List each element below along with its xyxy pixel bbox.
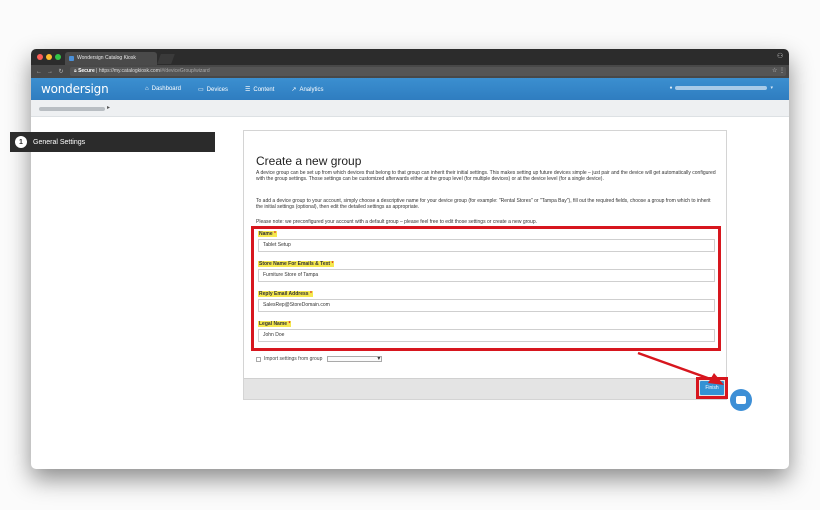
required-mark: * xyxy=(331,261,334,267)
account-email-redacted xyxy=(675,86,768,90)
main-nav: ⌂ Dashboard ▭ Devices ☰ Content ↗ Analytics xyxy=(145,78,323,100)
import-group-select[interactable] xyxy=(327,355,383,362)
reload-icon[interactable]: ↻ xyxy=(58,68,64,75)
step-label: General Settings xyxy=(33,138,86,146)
nav-devices[interactable]: ▭ Devices xyxy=(198,86,228,93)
instructions-paragraph: To add a device group to your account, s… xyxy=(256,198,711,211)
chat-bubble-icon xyxy=(736,396,746,404)
minimize-window-icon[interactable] xyxy=(46,54,52,60)
finish-highlight: Finish xyxy=(696,377,728,399)
monitor-icon: ▭ xyxy=(197,86,204,93)
breadcrumb: ▸ xyxy=(31,100,789,117)
required-fields-highlight: Name * Tablet Setup Store Name For Email… xyxy=(251,226,721,351)
url-secure-label: Secure xyxy=(78,68,95,74)
create-group-panel: Create a new group A device group can be… xyxy=(243,130,728,400)
store-name-label-text: Store Name For Emails & Text xyxy=(259,261,331,267)
reply-email-label: Reply Email Address * xyxy=(258,291,313,297)
nav-dashboard[interactable]: ⌂ Dashboard xyxy=(145,86,181,92)
account-menu[interactable]: ● ▾ xyxy=(669,85,773,91)
nav-analytics[interactable]: ↗ Analytics xyxy=(291,86,323,93)
step-number: 1 xyxy=(15,136,27,148)
page-title: Create a new group xyxy=(256,154,362,168)
app-header: wondersign ⌂ Dashboard ▭ Devices ☰ Content … xyxy=(31,78,789,100)
user-icon: ● xyxy=(669,85,673,91)
maximize-window-icon[interactable] xyxy=(55,54,61,60)
store-name-label: Store Name For Emails & Text * xyxy=(258,261,335,267)
home-icon: ⌂ xyxy=(145,86,149,92)
breadcrumb-account-redacted[interactable] xyxy=(39,107,105,111)
chat-widget-button[interactable] xyxy=(730,389,752,411)
wizard-footer xyxy=(244,378,726,399)
browser-tab-title: Wondersign Catalog Kiosk xyxy=(77,55,136,61)
required-mark: * xyxy=(274,231,276,237)
note-paragraph: Please note: we preconfigured your accou… xyxy=(256,219,538,225)
back-icon[interactable]: ← xyxy=(36,69,42,75)
close-window-icon[interactable] xyxy=(37,54,43,60)
nav-dashboard-label: Dashboard xyxy=(151,86,181,92)
required-mark: * xyxy=(309,291,312,297)
url-field[interactable]: 🔒︎ Secure | https://my.catalogkiosk.com/… xyxy=(70,67,786,76)
import-settings-label: Import settings from group xyxy=(264,356,323,362)
address-bar: ← → ↻ 🔒︎ Secure | https://my.catalogkios… xyxy=(31,65,789,78)
forward-icon[interactable]: → xyxy=(47,69,53,75)
name-label-text: Name xyxy=(259,231,273,237)
chart-icon: ↗ xyxy=(291,86,297,93)
reply-email-input[interactable]: SalesRep@StoreDomain.com xyxy=(258,299,715,312)
store-name-input[interactable]: Furniture Store of Tampa xyxy=(258,269,715,282)
nav-devices-label: Devices xyxy=(206,86,228,93)
list-icon: ☰ xyxy=(245,86,251,93)
tab-strip: Wondersign Catalog Kiosk ⚇ xyxy=(31,49,789,65)
wizard-step-general-settings: 1 General Settings xyxy=(10,132,215,152)
finish-button[interactable]: Finish xyxy=(700,381,724,395)
logo[interactable]: wondersign xyxy=(41,82,109,96)
url-path: /#/deviceGroup/wizard xyxy=(159,68,210,74)
legal-name-label: Legal Name * xyxy=(258,321,292,327)
nav-content-label: Content xyxy=(253,86,275,93)
legal-name-input[interactable]: John Doe xyxy=(258,329,715,342)
import-settings-row: Import settings from group xyxy=(256,355,383,362)
nav-content[interactable]: ☰ Content xyxy=(245,86,274,93)
screenshot-canvas: Wondersign Catalog Kiosk ⚇ ← → ↻ 🔒︎ Secu… xyxy=(0,0,820,510)
new-tab-button[interactable] xyxy=(157,54,175,64)
name-input[interactable]: Tablet Setup xyxy=(258,239,715,252)
required-mark: * xyxy=(288,321,291,327)
legal-name-label-text: Legal Name xyxy=(259,321,288,327)
url-host: https://my.catalogkiosk.com xyxy=(98,68,160,74)
import-settings-checkbox[interactable] xyxy=(256,356,261,362)
bookmark-star-icon[interactable]: ☆ ⋮ xyxy=(772,67,785,74)
nav-analytics-label: Analytics xyxy=(299,86,324,93)
chevron-down-icon: ▾ xyxy=(770,85,773,91)
name-label: Name * xyxy=(258,231,277,237)
profile-icon[interactable]: ⚇ xyxy=(777,52,783,61)
reply-email-label-text: Reply Email Address xyxy=(259,291,309,297)
breadcrumb-separator: ▸ xyxy=(107,105,111,111)
intro-paragraph: A device group can be set up from which … xyxy=(256,170,716,183)
browser-tab[interactable]: Wondersign Catalog Kiosk xyxy=(65,52,157,65)
favicon-icon xyxy=(69,56,74,61)
